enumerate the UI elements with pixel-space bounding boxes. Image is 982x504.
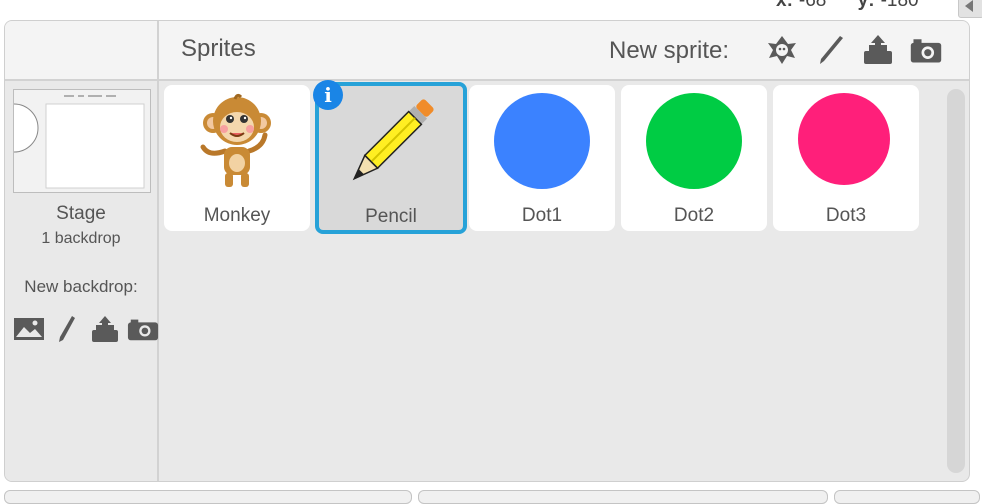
bottom-tab-middle[interactable]	[418, 490, 828, 504]
y-label: y:	[857, 0, 875, 11]
scroll-left-arrow[interactable]	[958, 0, 982, 18]
sprite-tile-monkey[interactable]: Monkey	[164, 85, 310, 231]
sprite-name: Dot2	[673, 205, 715, 226]
backdrop-library-icon[interactable]	[13, 315, 45, 343]
backdrop-count: 1 backdrop	[41, 230, 121, 247]
stage-column: Stage 1 backdrop New backdrop:	[5, 81, 159, 481]
sprite-tile-pencil[interactable]: i Pencil	[313, 80, 467, 234]
monkey-icon	[164, 85, 310, 197]
new-backdrop-label: New backdrop:	[24, 277, 138, 296]
y-value: -180	[880, 0, 919, 11]
sprite-name: Dot3	[825, 205, 867, 226]
sprites-title: Sprites	[181, 35, 256, 62]
camera-icon[interactable]	[127, 315, 159, 343]
x-value: -68	[798, 0, 827, 11]
paint-brush-icon[interactable]	[51, 315, 83, 343]
x-label: x:	[776, 0, 793, 11]
header-stage-spacer	[5, 21, 159, 79]
stage-thumbnail[interactable]	[13, 89, 151, 193]
sprite-name: Monkey	[203, 205, 271, 226]
bottom-tab-left[interactable]	[4, 490, 412, 504]
dot3-icon	[773, 85, 919, 197]
dot2-icon	[621, 85, 767, 197]
new-sprite-toolbar	[765, 33, 943, 67]
sprite-list: Monkey i Pencil Dot1 Dot2 Dot3	[159, 80, 969, 481]
sprite-tile-dot3[interactable]: Dot3	[773, 85, 919, 231]
info-icon[interactable]: i	[313, 80, 343, 110]
new-sprite-label: New sprite:	[609, 37, 730, 64]
vertical-scrollbar[interactable]	[947, 89, 965, 473]
sprite-library-icon[interactable]	[765, 33, 799, 67]
sprite-tile-dot1[interactable]: Dot1	[469, 85, 615, 231]
sprite-tile-dot2[interactable]: Dot2	[621, 85, 767, 231]
sprites-pane: Sprites New sprite: Stage 1 backdrop New…	[4, 20, 970, 482]
stage-label: Stage	[56, 203, 106, 224]
upload-icon[interactable]	[861, 33, 895, 67]
upload-icon[interactable]	[89, 315, 121, 343]
dot1-icon	[469, 85, 615, 197]
sprites-header: Sprites New sprite:	[5, 21, 969, 81]
sprite-name: Pencil	[365, 206, 417, 227]
new-backdrop-toolbar	[13, 315, 159, 343]
mouse-coordinates: x: -68 y: -180	[776, 0, 945, 12]
sprite-name: Dot1	[521, 205, 563, 226]
camera-icon[interactable]	[909, 33, 943, 67]
bottom-tab-right[interactable]	[834, 490, 980, 504]
paint-brush-icon[interactable]	[813, 33, 847, 67]
